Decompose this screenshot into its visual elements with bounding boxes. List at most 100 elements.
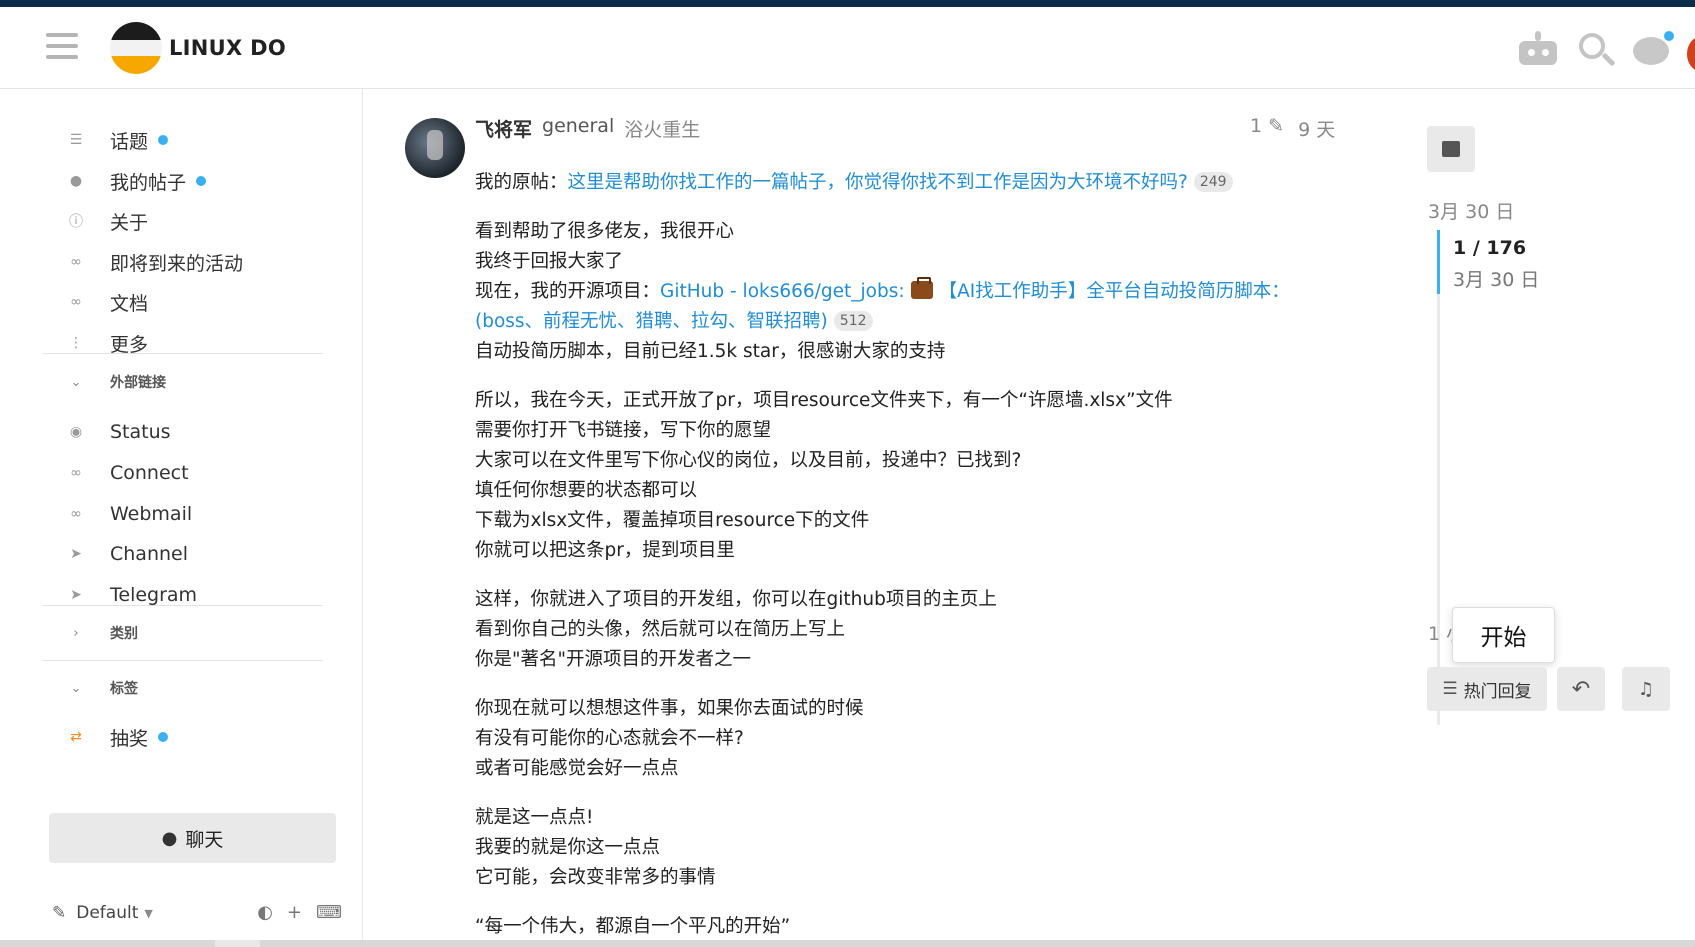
chat-bubble-icon: ● — [161, 827, 178, 849]
timeline-scrollbar[interactable] — [1437, 230, 1440, 725]
reply-icon: ↶ — [1571, 676, 1591, 702]
chat-button-label: 聊天 — [185, 828, 224, 851]
robot-icon[interactable] — [1515, 29, 1559, 69]
search-icon[interactable] — [1575, 29, 1619, 69]
timeline-position: 1 / 176 — [1453, 237, 1527, 259]
sidebar-item-label: 文档 — [110, 292, 149, 315]
edit-history[interactable]: 1 ✎ — [1250, 115, 1284, 142]
chat-icon[interactable] — [1630, 29, 1676, 69]
shuffle-icon: ⇄ — [70, 729, 82, 745]
theme-selector[interactable]: Default — [76, 903, 138, 923]
user-icon: ● — [69, 173, 83, 189]
post-author-avatar[interactable] — [405, 118, 465, 178]
unread-dot — [158, 135, 169, 145]
paper-plane-icon: ➤ — [70, 587, 82, 603]
post-body: 我的原帖：这里是帮助你找工作的一篇帖子，你觉得你找不到工作是因为大环境不好吗? 2… — [475, 168, 1315, 947]
hamburger-icon[interactable] — [46, 33, 78, 63]
post-age[interactable]: 9 天 — [1298, 115, 1335, 142]
sidebar-divider — [43, 660, 323, 661]
notification-button[interactable]: ♫ — [1622, 667, 1670, 711]
timeline-position-date: 3月 30 日 — [1453, 269, 1540, 291]
timeline-start-date[interactable]: 3月 30 日 — [1428, 197, 1514, 224]
sidebar-item-my-posts[interactable]: ● 我的帖子 — [66, 166, 207, 196]
chat-button[interactable]: ● 聊天 — [49, 813, 336, 863]
notification-dot — [1662, 29, 1676, 43]
layers-icon: ☰ — [1442, 679, 1458, 699]
sidebar-item-label: Connect — [110, 462, 189, 484]
site-logo[interactable] — [110, 22, 162, 74]
sidebar-item-events[interactable]: ∞ 即将到来的活动 — [66, 247, 243, 277]
post-paragraph: 所以，我在今天，正式开放了pr，项目resource文件夹下，有一个“许愿墙.x… — [475, 390, 1173, 561]
sidebar-item-label: Webmail — [110, 503, 193, 525]
unread-dot — [196, 176, 207, 186]
post-paragraph: 这样，你就进入了项目的开发组，你可以在github项目的主页上 看到你自己的头像… — [475, 589, 997, 670]
hot-replies-button[interactable]: ☰ 热门回复 — [1427, 667, 1547, 711]
bell-icon: ♫ — [1637, 678, 1655, 700]
site-header: LINUX DO — [0, 7, 1695, 89]
plus-icon[interactable]: + — [287, 902, 302, 923]
sidebar-item-label: 话题 — [110, 130, 149, 153]
contrast-icon[interactable]: ◐ — [257, 902, 273, 923]
timeline-actions: ☰ 热门回复 ↶ ♫ — [1427, 667, 1670, 711]
post-meta: 飞将军 general 浴火重生 — [475, 115, 700, 142]
external-links-header[interactable]: ⌄ 外部链接 — [66, 371, 166, 393]
package-icon — [1442, 141, 1460, 157]
post-username[interactable]: 飞将军 — [475, 115, 532, 142]
site-brand[interactable]: LINUX DO — [169, 36, 286, 60]
post-paragraph: 就是这一点点! 我要的就是你这一点点 它可能，会改变非常多的事情 — [475, 807, 716, 888]
post-paragraph: “每一个伟大，都源自一个平凡的开始” — [475, 916, 791, 937]
brush-icon: ✎ — [52, 903, 67, 923]
link-icon: ∞ — [70, 254, 82, 270]
keyboard-icon[interactable]: ⌨ — [316, 902, 342, 923]
chevron-down-icon: ⌄ — [70, 374, 82, 390]
sidebar-item-channel[interactable]: ➤ Channel — [66, 539, 188, 569]
caret-down-icon: ▼ — [144, 906, 153, 920]
layers-icon: ☰ — [69, 132, 83, 148]
sidebar-item-connect[interactable]: ∞ Connect — [66, 458, 189, 488]
info-icon: ⓘ — [69, 214, 83, 230]
categories-header[interactable]: › 类别 — [66, 622, 138, 644]
post-paragraph: 我的原帖：这里是帮助你找工作的一篇帖子，你觉得你找不到工作是因为大环境不好吗? 2… — [475, 168, 1315, 198]
sidebar: ☰ 话题 ● 我的帖子 ⓘ 关于 ∞ 即将到来的活动 ∞ 文档 ⋮ 更多 ⌄ 外… — [0, 89, 363, 947]
briefcase-icon — [910, 277, 933, 299]
tags-header[interactable]: ⌄ 标签 — [66, 677, 138, 699]
sidebar-item-topics[interactable]: ☰ 话题 — [66, 125, 169, 155]
chevron-right-icon: › — [73, 625, 79, 641]
original-post-link[interactable]: 这里是帮助你找工作的一篇帖子，你觉得你找不到工作是因为大环境不好吗? — [568, 172, 1188, 193]
section-title: 类别 — [110, 626, 138, 642]
post-user-group[interactable]: general — [542, 115, 614, 142]
sidebar-item-about[interactable]: ⓘ 关于 — [66, 206, 148, 236]
post-paragraph: 你现在就可以想想这件事，如果你去面试的时候 有没有可能你的心态就会不一样? 或者… — [475, 698, 864, 779]
chevron-down-icon: ⌄ — [70, 680, 82, 696]
post-user-title: 浴火重生 — [624, 119, 701, 141]
sidebar-item-docs[interactable]: ∞ 文档 — [66, 287, 148, 317]
timeline-top-button[interactable] — [1427, 126, 1475, 172]
sidebar-item-label: 抽奖 — [110, 727, 149, 750]
sidebar-item-label: 我的帖子 — [110, 171, 187, 194]
link-icon: ∞ — [70, 294, 82, 310]
link-click-count: 249 — [1193, 172, 1233, 192]
sidebar-divider — [43, 605, 323, 606]
sidebar-item-label: 关于 — [110, 211, 149, 234]
pencil-icon: ✎ — [1268, 115, 1285, 137]
eye-icon: ◉ — [69, 424, 83, 440]
post-paragraph: 看到帮助了很多佬友，我很开心 我终于回报大家了 现在，我的开源项目：GitHub… — [475, 221, 1290, 362]
section-title: 标签 — [110, 681, 138, 697]
sidebar-item-label: Telegram — [110, 584, 198, 606]
sidebar-item-lottery[interactable]: ⇄ 抽奖 — [66, 722, 169, 752]
start-tooltip: 开始 — [1452, 607, 1555, 663]
reply-button[interactable]: ↶ — [1557, 667, 1605, 711]
user-avatar[interactable] — [1687, 37, 1695, 71]
sidebar-item-webmail[interactable]: ∞ Webmail — [66, 499, 192, 529]
bottom-scroll-strip — [0, 940, 1695, 947]
sidebar-item-label: Status — [110, 421, 171, 443]
link-icon: ∞ — [70, 465, 82, 481]
sidebar-item-label: Channel — [110, 543, 189, 565]
unread-dot — [158, 732, 169, 742]
timeline-handle[interactable] — [1437, 230, 1440, 294]
section-title: 外部链接 — [110, 375, 166, 391]
top-accent-bar — [0, 0, 1695, 7]
link-click-count: 512 — [833, 311, 873, 331]
sidebar-item-status[interactable]: ◉ Status — [66, 417, 171, 447]
paper-plane-icon: ➤ — [70, 546, 82, 562]
